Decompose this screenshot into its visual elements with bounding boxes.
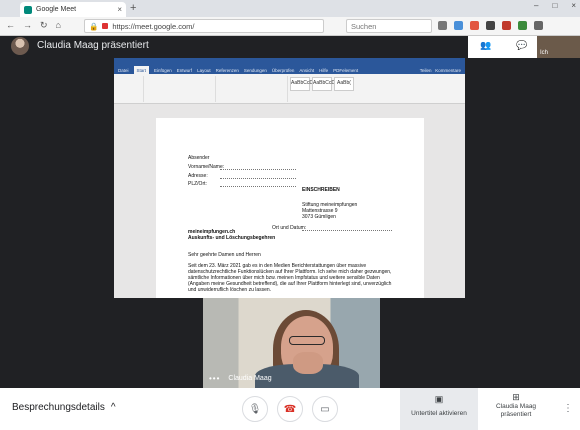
word-tab: Überprüfen: [271, 67, 295, 73]
meet-bottom-bar: Besprechungsdetails ^ 🎙 ☎ ▭ ▣ Untertitel…: [0, 388, 580, 430]
nav-buttons: ← → ↻ ⌂: [6, 20, 61, 31]
doc-body-line: und unwiderruflich löschen zu lassen.: [188, 287, 272, 293]
doc-vorname: Vorname/Name:: [188, 164, 225, 170]
sidebar-icon[interactable]: [454, 21, 463, 30]
doc-einschreiben: EINSCHREIBEN: [302, 187, 340, 193]
word-tab: Ansicht: [299, 67, 315, 73]
meeting-details-label: Besprechungsdetails: [12, 402, 105, 413]
search-input[interactable]: Suchen: [346, 19, 432, 33]
word-share-button: Teilen Kommentare: [420, 68, 461, 73]
presenter-webcam-tile: ••• Claudia Maag: [203, 298, 380, 388]
doc-line: [302, 230, 392, 231]
webcam-label: ••• Claudia Maag: [209, 374, 272, 383]
tab-close-icon[interactable]: ×: [117, 5, 122, 14]
doc-recipient-line: 3073 Gümligen: [302, 214, 336, 220]
camera-indicator-icon: [102, 23, 109, 29]
subtitles-button[interactable]: ▣ Untertitel aktivieren: [400, 388, 478, 430]
more-vert-icon[interactable]: ⋮: [563, 403, 573, 414]
font-group: [146, 76, 216, 102]
browser-nav-bar: ← → ↻ ⌂ 🔒 https://meet.google.com/ Suche…: [0, 17, 580, 36]
word-ribbon: AaBbCcDc AaBbCcDc AaBb(: [114, 74, 465, 104]
subtitles-label: Untertitel aktivieren: [411, 410, 467, 417]
browser-tab[interactable]: Google Meet ×: [20, 2, 126, 17]
extension-icon[interactable]: [470, 21, 479, 30]
back-icon[interactable]: ←: [6, 20, 15, 31]
doc-absender: Absender: [188, 155, 210, 161]
webcam-person-hand: [293, 352, 323, 374]
browser-tab-bar: Google Meet × + – □ ×: [0, 0, 580, 17]
doc-line: [220, 169, 296, 170]
microphone-button[interactable]: 🎙: [242, 396, 268, 422]
word-comments-label: Kommentare: [435, 67, 461, 73]
word-tab: PDFelement: [333, 67, 359, 73]
doc-plz: PLZ/Ort:: [188, 181, 207, 187]
presenter-title: Claudia Maag präsentiert: [37, 40, 149, 51]
home-icon[interactable]: ⌂: [56, 20, 61, 31]
url-text: https://meet.google.com/: [112, 21, 195, 31]
word-tab: Entwurf: [176, 67, 193, 73]
tab-title: Google Meet: [36, 6, 77, 13]
window-close-icon[interactable]: ×: [571, 1, 576, 10]
microphone-icon: 🎙: [248, 403, 262, 415]
reload-icon[interactable]: ↻: [40, 20, 48, 31]
style-standard: AaBbCcDc: [290, 77, 315, 91]
word-tab: Start: [133, 66, 150, 74]
doc-subject-line: Auskunfts- und Löschungsbegehren: [188, 235, 276, 241]
closed-caption-icon: ▣: [434, 394, 444, 404]
word-tab: Datei: [118, 67, 129, 73]
library-icon[interactable]: [438, 21, 447, 30]
menu-icon[interactable]: [534, 21, 543, 30]
maximize-icon[interactable]: □: [552, 1, 557, 10]
participants-icon[interactable]: 👥: [480, 40, 491, 51]
doc-line: [220, 178, 296, 179]
word-tab: Einfügen: [154, 67, 172, 73]
word-title-bar: [114, 58, 465, 66]
word-tab: Hilfe: [319, 67, 329, 73]
style-heading: AaBb(: [334, 77, 354, 91]
shared-screen-word-window: Datei Start Einfügen Entwurf Layout Referenze…: [114, 58, 465, 298]
doc-adresse: Adresse:: [188, 173, 208, 179]
window-controls: – □ ×: [534, 1, 576, 10]
self-label: Ich: [540, 50, 549, 56]
camera-button[interactable]: ▭: [312, 396, 338, 422]
hangup-button[interactable]: ☎: [277, 396, 303, 422]
doc-line: [220, 186, 296, 187]
extension-icon[interactable]: [518, 21, 527, 30]
lock-icon: 🔒: [89, 21, 99, 31]
present-button[interactable]: ⊞ Claudia Maag präsentiert: [480, 388, 552, 430]
present-screen-icon: ⊞: [512, 392, 520, 402]
avatar: [11, 37, 29, 55]
meeting-details-button[interactable]: Besprechungsdetails ^: [12, 402, 116, 413]
forward-icon[interactable]: →: [23, 20, 32, 31]
style-no-spacing: AaBbCcDc: [312, 77, 337, 91]
webcam-name: Claudia Maag: [228, 375, 272, 382]
clipboard-group: [116, 76, 144, 102]
search-placeholder: Suchen: [351, 22, 377, 31]
meet-screen: Google Meet × + – □ × ← → ↻ ⌂ 🔒 https://…: [0, 0, 580, 430]
document-page: Absender Vorname/Name: Adresse: PLZ/Ort:…: [156, 118, 424, 298]
address-bar[interactable]: 🔒 https://meet.google.com/: [84, 19, 324, 33]
extension-icons: [438, 21, 543, 30]
word-ribbon-tabs: Datei Start Einfügen Entwurf Layout Referenze…: [114, 66, 465, 74]
extension-icon[interactable]: [486, 21, 495, 30]
new-tab-button[interactable]: +: [130, 2, 136, 14]
webcam-person-glasses: [289, 336, 325, 345]
more-options-icon[interactable]: •••: [209, 374, 220, 383]
word-tab: Layout: [197, 67, 211, 73]
word-share-label: Teilen: [419, 67, 432, 73]
paragraph-group: [218, 76, 288, 102]
camera-icon: ▭: [320, 403, 330, 415]
shield-icon[interactable]: [502, 21, 511, 30]
chat-icon[interactable]: 💬: [516, 40, 527, 51]
styles-gallery: AaBbCcDc AaBbCcDc AaBb(: [290, 77, 354, 91]
meet-favicon-icon: [24, 5, 32, 14]
minimize-icon[interactable]: –: [534, 1, 538, 10]
present-label: Claudia Maag präsentiert: [495, 403, 537, 418]
chevron-up-icon: ^: [110, 402, 116, 413]
word-tab: Referenzen: [215, 67, 239, 73]
hangup-icon: ☎: [283, 403, 297, 415]
word-tab: Sendungen: [243, 67, 267, 73]
self-view-thumbnail[interactable]: Ich: [537, 36, 580, 58]
doc-salutation: Sehr geehrte Damen und Herren: [188, 252, 261, 258]
